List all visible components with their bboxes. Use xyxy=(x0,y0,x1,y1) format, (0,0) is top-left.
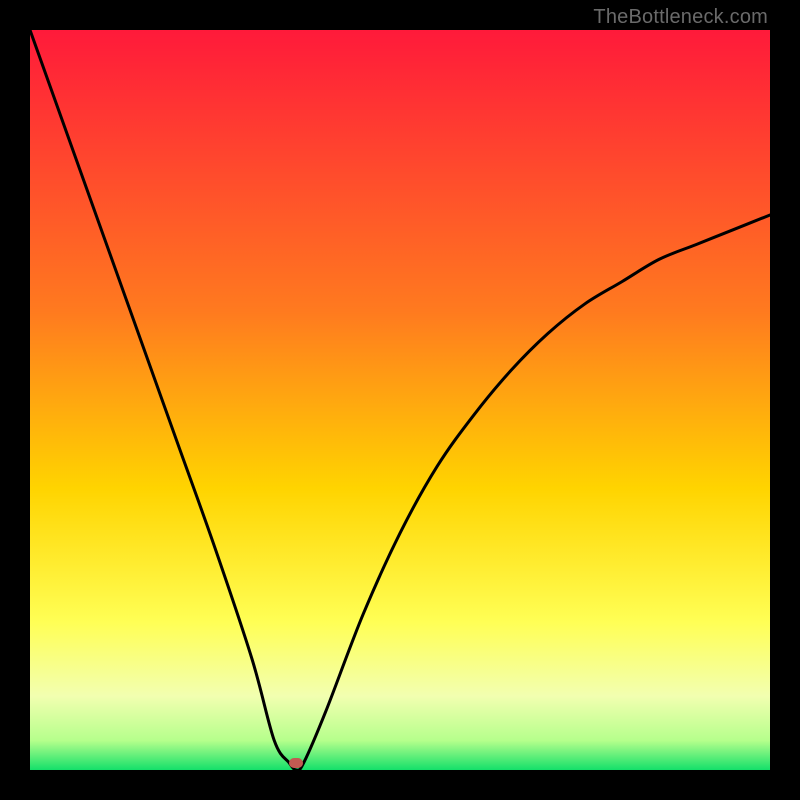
watermark-text: TheBottleneck.com xyxy=(593,6,768,29)
chart-frame: TheBottleneck.com xyxy=(0,0,800,800)
optimal-point-marker xyxy=(289,758,303,768)
background-gradient xyxy=(30,30,770,770)
plot-area xyxy=(30,30,770,770)
